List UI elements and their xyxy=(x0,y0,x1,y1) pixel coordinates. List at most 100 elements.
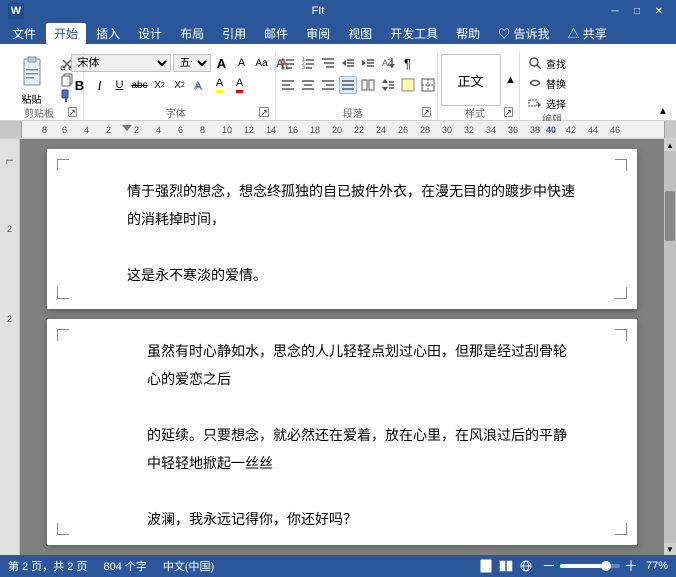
shading-button[interactable] xyxy=(399,76,417,94)
ribbon-collapse: ▲ xyxy=(654,98,672,120)
superscript-button[interactable]: X2 xyxy=(171,76,189,94)
font-group-content: 宋体 五号 A A Aa A B xyxy=(71,52,291,106)
font-color-button[interactable]: A xyxy=(231,76,249,94)
column-button[interactable] xyxy=(359,76,377,94)
normal-style[interactable]: 正文 xyxy=(441,54,501,106)
page1-para1: 情于强烈的想念，想念终孤独的自已披件外衣，在漫无目的的踱步中快速的消耗掉时间， xyxy=(127,179,577,235)
window-title: FIt xyxy=(30,5,606,17)
italic-button[interactable]: I xyxy=(91,76,109,94)
menu-tell[interactable]: ♡ 告诉我 xyxy=(490,23,557,44)
zoom-out-button[interactable]: － xyxy=(542,556,556,576)
multilevel-button[interactable] xyxy=(319,54,337,72)
ruler-right xyxy=(664,121,676,138)
menu-layout[interactable]: 布局 xyxy=(172,23,212,44)
show-marks-button[interactable]: ¶ xyxy=(399,54,417,72)
find-button[interactable]: 查找 xyxy=(527,54,577,72)
sort-button[interactable]: A Z xyxy=(379,54,397,72)
page2-para2 xyxy=(147,395,577,423)
menu-share[interactable]: △ 共享 xyxy=(560,23,615,44)
case-button[interactable]: Aa xyxy=(253,54,271,72)
ruler-num: 42 xyxy=(566,125,576,135)
zoom-in-button[interactable]: ＋ xyxy=(624,556,638,576)
font-name-select[interactable]: 宋体 xyxy=(71,54,171,72)
font-shrink-button[interactable]: A xyxy=(233,54,251,72)
style-scroll-up[interactable]: ▲ xyxy=(503,71,519,89)
menu-mail[interactable]: 邮件 xyxy=(256,23,296,44)
replace-button[interactable]: 替换 xyxy=(527,74,577,92)
borders-button[interactable] xyxy=(419,76,437,94)
replace-label: 替换 xyxy=(546,76,566,91)
text-effect-button[interactable]: A xyxy=(191,76,209,94)
decrease-indent-button[interactable] xyxy=(339,54,357,72)
styles-content: 正文 ▲ xyxy=(441,52,519,106)
scrollbar-down-button[interactable]: ▼ xyxy=(664,543,676,555)
page-1-content[interactable]: 情于强烈的想念，想念终孤独的自已披件外衣，在漫无目的的踱步中快速的消耗掉时间， … xyxy=(47,149,637,321)
left-panel: L 2 2 xyxy=(0,139,20,555)
restore-button[interactable]: □ xyxy=(628,3,646,19)
subscript-button[interactable]: X2 xyxy=(151,76,169,94)
zoom-track[interactable] xyxy=(560,564,620,568)
styles-group: 正文 ▲ 样式 ↗ xyxy=(440,52,520,120)
scrollbar-thumb[interactable] xyxy=(665,191,675,241)
collapse-ribbon-button[interactable]: ▲ xyxy=(654,102,672,120)
minimize-button[interactable]: ─ xyxy=(606,3,624,19)
read-view-button[interactable] xyxy=(498,559,514,573)
zoom-thumb[interactable] xyxy=(601,561,611,571)
ruler-num: 2 xyxy=(134,125,139,135)
ruler-num: 44 xyxy=(588,125,598,135)
menu-design[interactable]: 设计 xyxy=(130,23,170,44)
bullets-button[interactable] xyxy=(279,54,297,72)
paragraph-footer: 段落 ↗ xyxy=(284,106,431,120)
page2-para1: 虽然有时心静如水，思念的人儿轻轻点划过心田，但那是经过刮骨轮心的爱恋之后 xyxy=(147,339,577,395)
font-expand[interactable]: ↗ xyxy=(259,107,269,117)
paragraph-expand[interactable]: ↗ xyxy=(422,107,431,117)
underline-button[interactable]: U xyxy=(111,76,129,94)
svg-text:A: A xyxy=(194,80,202,92)
document-scroll-area[interactable]: 情于强烈的想念，想念终孤独的自已披件外衣，在漫无目的的踱步中快速的消耗掉时间， … xyxy=(20,139,664,555)
paragraph-label: 段落 xyxy=(284,105,422,122)
editing-content: 查找 替换 选择 xyxy=(527,52,577,112)
align-center-button[interactable] xyxy=(299,76,317,94)
font-size-select[interactable]: 五号 xyxy=(173,54,211,72)
strikethrough-button[interactable]: abc xyxy=(131,76,149,94)
page-num-indicator-2: 2 xyxy=(7,224,12,234)
menu-home[interactable]: 开始 xyxy=(46,23,86,44)
menu-file[interactable]: 文件 xyxy=(4,23,44,44)
increase-indent-button[interactable] xyxy=(359,54,377,72)
line-spacing-button[interactable] xyxy=(379,76,397,94)
page-num-indicator-1: L xyxy=(5,159,15,164)
ribbon-content: 粘贴 xyxy=(0,44,676,120)
menu-insert[interactable]: 插入 xyxy=(88,23,128,44)
close-button[interactable]: ✕ xyxy=(650,3,668,19)
status-bar: 第 2 页，共 2 页 804 个字 中文(中国) xyxy=(0,555,676,577)
align-left-button[interactable] xyxy=(279,76,297,94)
styles-expand[interactable]: ↗ xyxy=(504,107,513,117)
ruler-num: 36 xyxy=(508,125,518,135)
print-view-button[interactable] xyxy=(478,559,494,573)
menu-help[interactable]: 帮助 xyxy=(448,23,488,44)
page-2-content[interactable]: 虽然有时心静如水，思念的人儿轻轻点划过心田，但那是经过刮骨轮心的爱恋之后 的延续… xyxy=(47,319,637,555)
menu-review[interactable]: 审阅 xyxy=(298,23,338,44)
zoom-level: 77% xyxy=(646,560,668,572)
select-button[interactable]: 选择 xyxy=(527,94,577,112)
title-bar: W FIt ─ □ ✕ xyxy=(0,0,676,22)
highlight-color-button[interactable]: A xyxy=(211,76,229,94)
ruler-indent-marker xyxy=(122,125,132,131)
align-right-button[interactable] xyxy=(319,76,337,94)
paste-button[interactable]: 粘贴 xyxy=(10,54,54,106)
scrollbar-up-button[interactable]: ▲ xyxy=(664,139,676,151)
clipboard-expand[interactable]: ↗ xyxy=(68,107,77,117)
menu-view[interactable]: 视图 xyxy=(340,23,380,44)
ruler-num: 46 xyxy=(610,125,620,135)
document-area-wrapper: L 2 2 情于强烈的想念，想念终孤独的自已披件外衣，在漫无目的的踱步中快速的消… xyxy=(0,139,676,555)
vertical-scrollbar[interactable]: ▲ ▼ xyxy=(664,139,676,555)
numbering-button[interactable]: 1. 2. 3. xyxy=(299,54,317,72)
menu-references[interactable]: 引用 xyxy=(214,23,254,44)
web-view-button[interactable] xyxy=(518,559,534,573)
menu-dev[interactable]: 开发工具 xyxy=(382,23,446,44)
ruler-marks: 8 6 4 2 2 4 6 8 10 12 14 16 18 20 22 24 … xyxy=(22,121,664,138)
justify-button[interactable] xyxy=(339,76,357,94)
font-grow-button[interactable]: A xyxy=(213,54,231,72)
view-buttons xyxy=(478,559,534,573)
bold-button[interactable]: B xyxy=(71,76,89,94)
